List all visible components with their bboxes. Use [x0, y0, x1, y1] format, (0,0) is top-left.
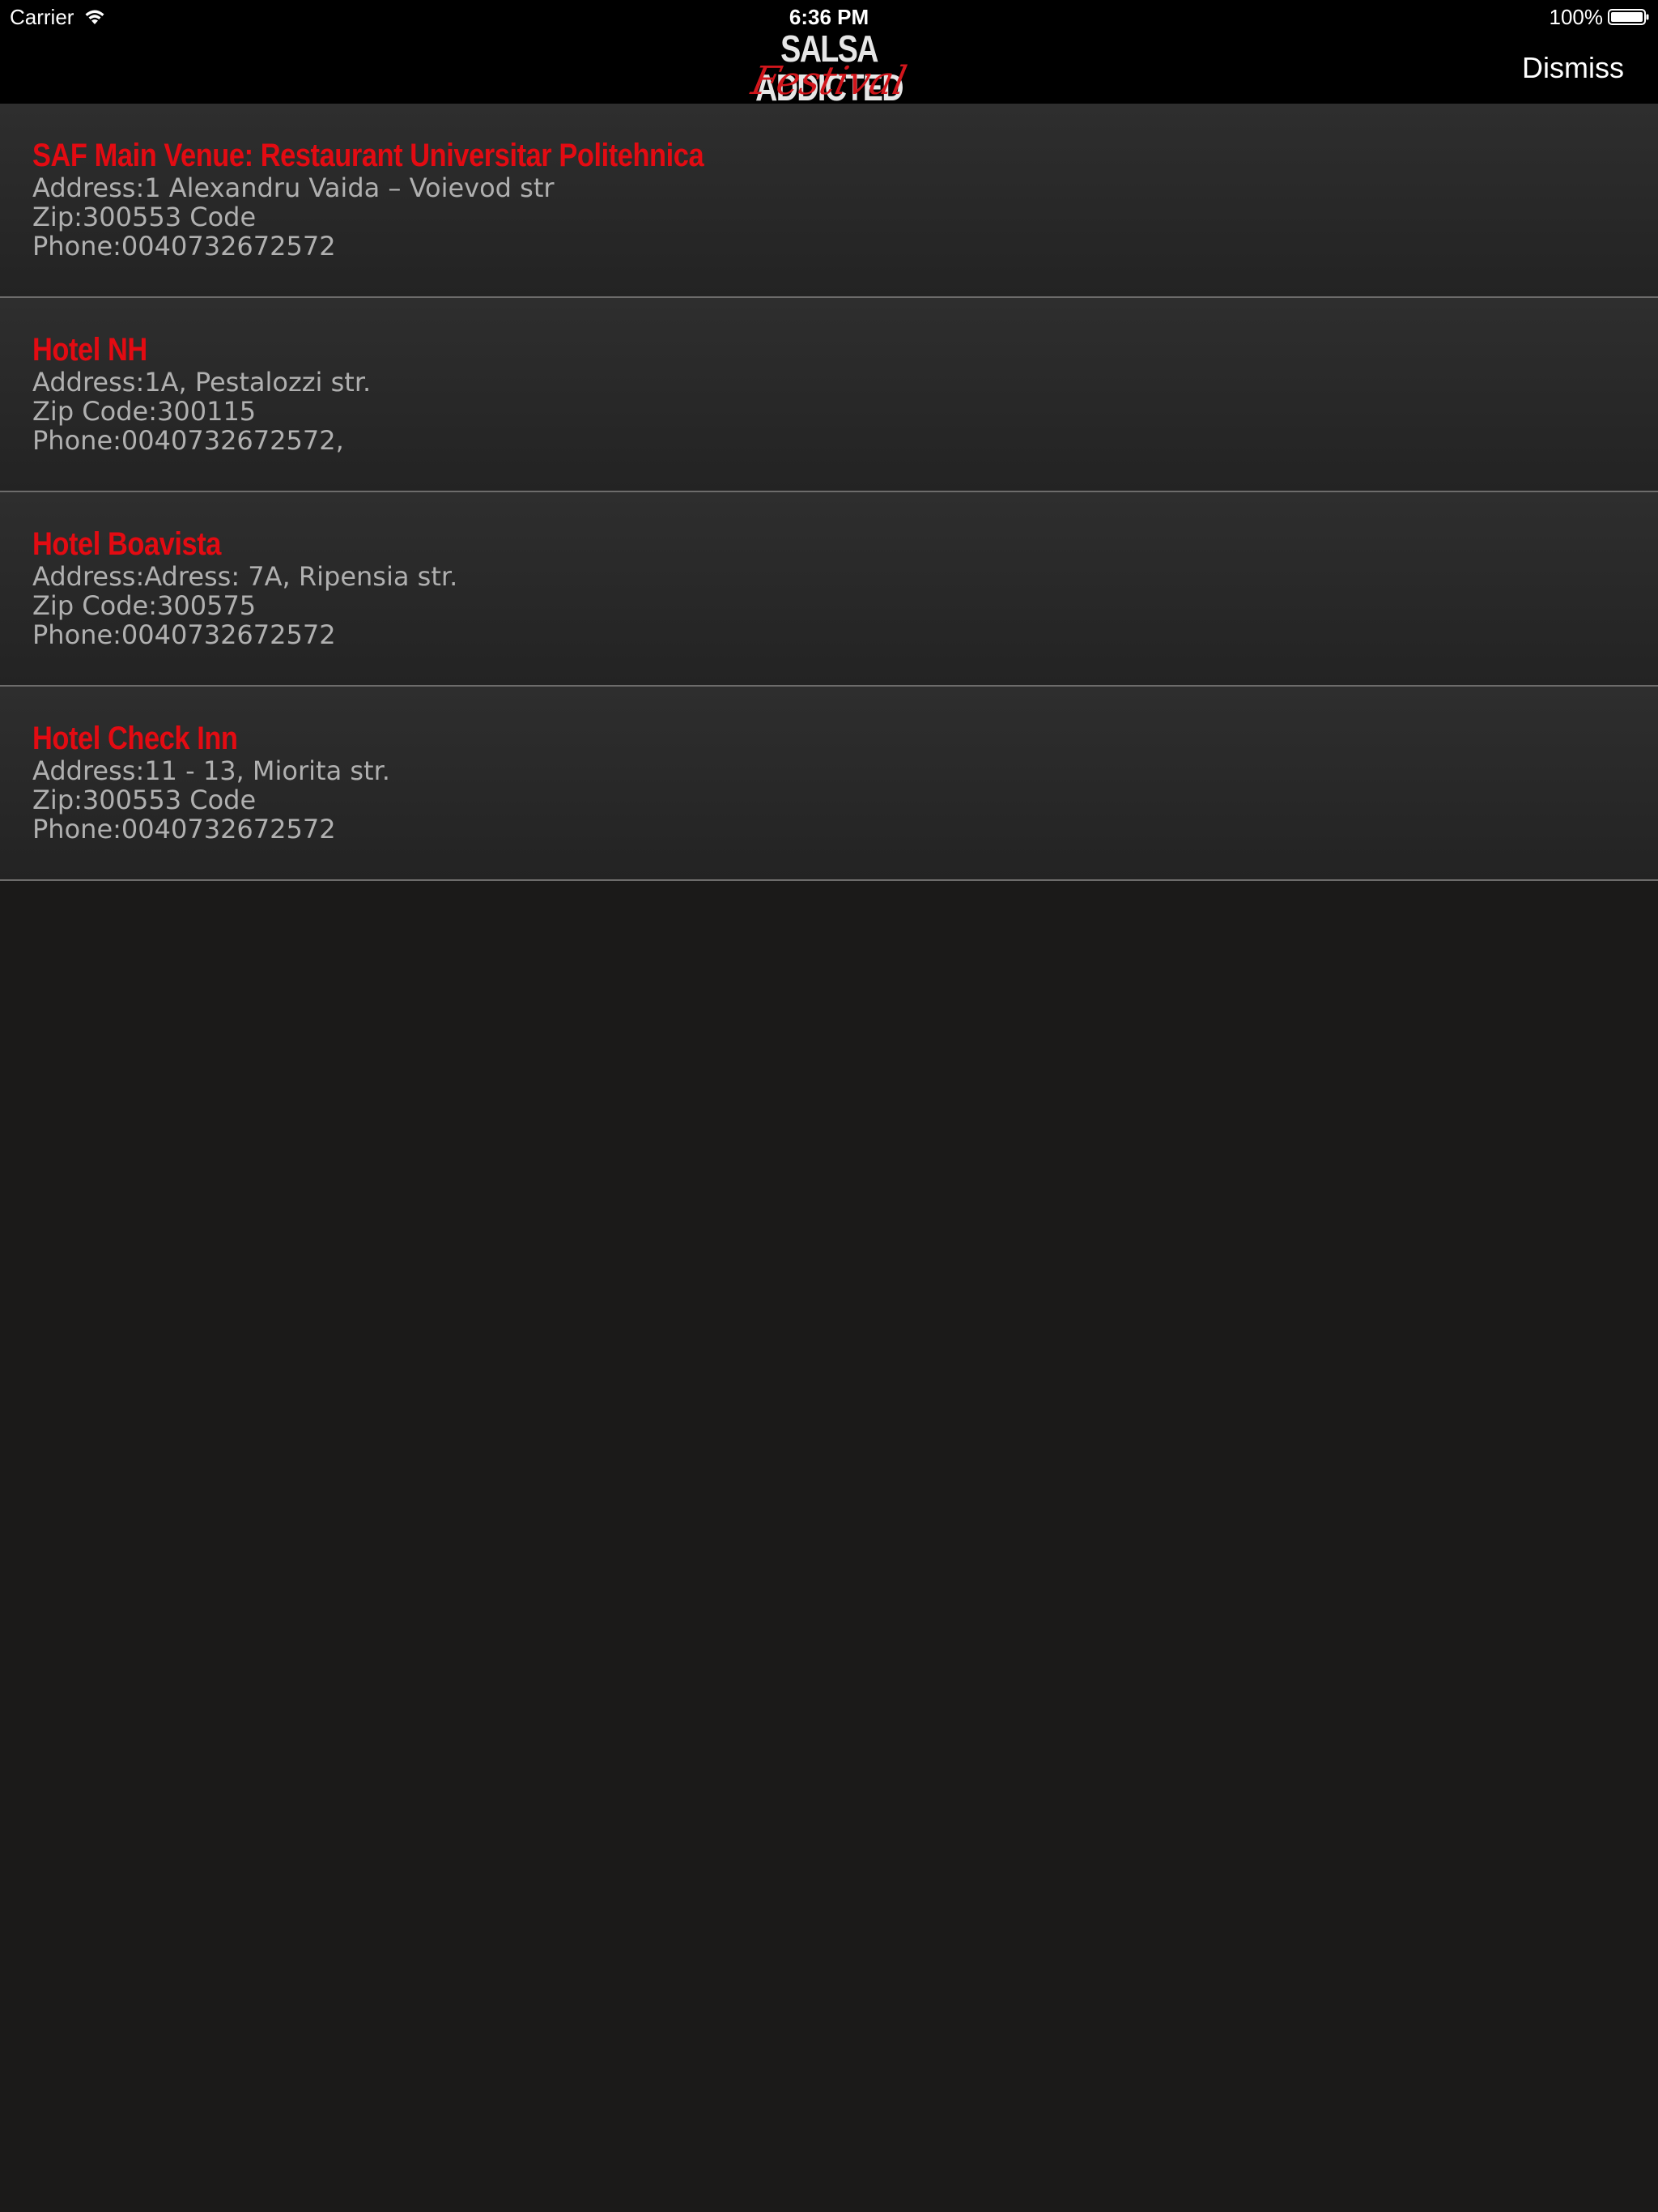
venue-row-hotel-nh[interactable]: Hotel NH Address:1A, Pestalozzi str. Zip…	[0, 298, 1658, 492]
status-time: 6:36 PM	[789, 5, 869, 29]
venue-zip: Zip:300553 Code	[32, 202, 257, 232]
venue-address: Address:11 - 13, Miorita str.	[32, 755, 390, 786]
navigation-bar: Carrier 6:36 PM 100% SALSA ADDICTED Fest…	[0, 0, 1658, 107]
venue-zip: Zip:300553 Code	[32, 785, 257, 815]
venue-phone: Phone:0040732672572	[32, 619, 336, 650]
venue-phone: Phone:0040732672572,	[32, 425, 344, 456]
venue-zip: Zip Code:300575	[32, 590, 257, 621]
battery-icon	[1608, 9, 1649, 25]
venue-list: SAF Main Venue: Restaurant Universitar P…	[0, 104, 1658, 881]
venue-name: Hotel NH	[32, 332, 147, 368]
battery-percentage: 100%	[1549, 5, 1604, 29]
app-logo: SALSA ADDICTED Festival	[716, 29, 942, 107]
venue-phone: Phone:0040732672572	[32, 231, 336, 262]
venue-row-hotel-check-inn[interactable]: Hotel Check Inn Address:11 - 13, Miorita…	[0, 687, 1658, 881]
venue-phone: Phone:0040732672572	[32, 814, 336, 844]
venue-name: Hotel Boavista	[32, 526, 221, 562]
venue-address: Address:1A, Pestalozzi str.	[32, 367, 372, 398]
venue-zip: Zip Code:300115	[32, 396, 257, 427]
dismiss-button[interactable]: Dismiss	[1522, 50, 1624, 86]
venue-address: Address:Adress: 7A, Ripensia str.	[32, 561, 458, 592]
status-battery: 100%	[1550, 3, 1651, 31]
venue-address: Address:1 Alexandru Vaida – Voievod str	[32, 172, 555, 203]
venue-row-hotel-boavista[interactable]: Hotel Boavista Address:Adress: 7A, Ripen…	[0, 492, 1658, 687]
logo-subtitle: Festival	[747, 58, 911, 104]
venue-name: SAF Main Venue: Restaurant Universitar P…	[32, 138, 704, 173]
venue-name: Hotel Check Inn	[32, 721, 238, 756]
venue-row-saf-main[interactable]: SAF Main Venue: Restaurant Universitar P…	[0, 104, 1658, 298]
